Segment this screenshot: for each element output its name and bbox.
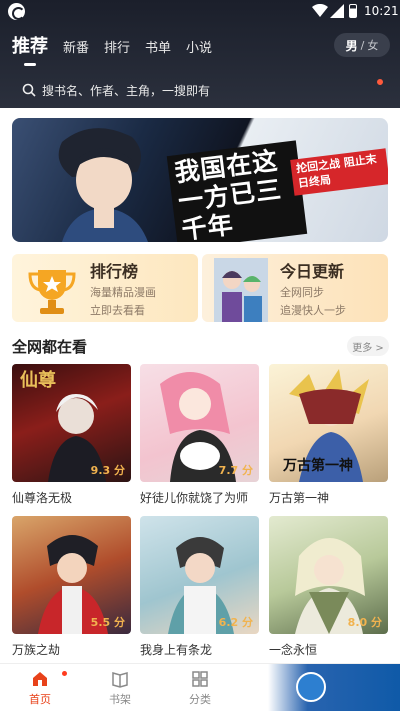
comic-title: 我身上有条龙 (140, 643, 213, 657)
comic-item[interactable]: 8.0 分 一念永恒 (269, 516, 388, 658)
battery-icon (349, 4, 357, 18)
comic-title: 万族之劫 (12, 643, 61, 657)
promo-banner[interactable]: 我国在这一方已三千年 抡回之战 阻止末日终局 (12, 118, 388, 242)
score-badge: 9.3 分 (90, 464, 125, 477)
today-update-line1: 全网同步 (280, 286, 324, 299)
home-icon (33, 672, 47, 686)
cover-art-image: 万古第一神 (282, 369, 369, 482)
nav-home-label: 首页 (29, 693, 51, 706)
ranking-card-line2: 立即去看看 (90, 304, 145, 317)
nav-home-dot (62, 671, 67, 676)
search-input[interactable]: 搜书名、作者、主角，一搜即有 (12, 77, 378, 103)
status-time: 10:21 (364, 4, 399, 18)
watermark-logo (268, 664, 400, 711)
notification-dot (377, 79, 383, 85)
search-placeholder: 搜书名、作者、主角，一搜即有 (42, 83, 211, 98)
tab-booklist[interactable]: 书单 (145, 37, 171, 60)
comic-cover: 5.5 分 (12, 516, 131, 634)
gender-female[interactable]: 女 (367, 37, 378, 53)
nav-bookshelf[interactable]: 书架 (90, 670, 150, 707)
banner-tag: 抡回之战 阻止末日终局 (290, 148, 388, 196)
tab-new[interactable]: 新番 (63, 37, 89, 60)
comic-item[interactable]: 仙尊 9.3 分 仙尊洛无极 (12, 364, 131, 506)
comic-cover: 6.2 分 (140, 516, 259, 634)
comic-item[interactable]: 5.5 分 万族之劫 (12, 516, 131, 658)
update-thumbnail-image (214, 258, 268, 322)
bookshelf-icon (112, 672, 128, 688)
ranking-card-title: 排行榜 (90, 262, 139, 281)
svg-text:万古第一神: 万古第一神 (282, 457, 353, 474)
feature-cards: 排行榜 海量精品漫画 立即去看看 今日更新 全网同步 追漫快人一步 (12, 254, 388, 322)
app-notification-icon (8, 3, 25, 20)
comic-item[interactable]: 万古第一神 万古第一神 (269, 364, 388, 506)
gender-male[interactable]: 男 (346, 37, 358, 54)
banner-character-image (58, 128, 148, 242)
comic-cover: 8.0 分 (269, 516, 388, 634)
search-icon (22, 83, 36, 97)
svg-text:仙尊: 仙尊 (20, 369, 56, 391)
nav-home[interactable]: 首页 (10, 670, 70, 707)
comic-title: 一念永恒 (269, 643, 318, 657)
category-icon (192, 671, 208, 687)
today-update-card[interactable]: 今日更新 全网同步 追漫快人一步 (202, 254, 388, 322)
watermark-icon (296, 672, 326, 702)
more-button[interactable]: 更多 > (347, 336, 389, 356)
comic-item[interactable]: 7.7 分 好徒儿你就饶了为师 (140, 364, 259, 506)
nav-category-label: 分类 (189, 693, 211, 706)
nav-bookshelf-label: 书架 (109, 693, 131, 706)
comic-title: 万古第一神 (269, 491, 330, 505)
section-title: 全网都在看 (12, 338, 88, 356)
top-tabs: 推荐 新番 排行 书单 小说 (12, 32, 227, 66)
comic-title: 好徒儿你就饶了为师 (140, 491, 249, 505)
status-bar: 10:21 (0, 0, 400, 24)
cellular-icon (330, 4, 344, 18)
comic-cover: 仙尊 9.3 分 (12, 364, 131, 482)
score-badge: 6.2 分 (218, 616, 253, 629)
today-update-title: 今日更新 (280, 262, 345, 281)
tab-ranking[interactable]: 排行 (104, 37, 130, 60)
trophy-icon (28, 270, 76, 314)
score-badge: 8.0 分 (347, 616, 382, 629)
comic-cover: 7.7 分 (140, 364, 259, 482)
comic-title: 仙尊洛无极 (12, 491, 73, 505)
ranking-card[interactable]: 排行榜 海量精品漫画 立即去看看 (12, 254, 198, 322)
wifi-icon (312, 4, 328, 17)
score-badge: 5.5 分 (90, 616, 125, 629)
nav-category[interactable]: 分类 (170, 670, 230, 707)
comic-item[interactable]: 6.2 分 我身上有条龙 (140, 516, 259, 658)
score-badge: 7.7 分 (218, 464, 253, 477)
tab-novel[interactable]: 小说 (186, 37, 212, 60)
tab-recommend[interactable]: 推荐 (12, 32, 48, 66)
today-update-line2: 追漫快人一步 (280, 304, 346, 317)
gender-separator: / (360, 38, 365, 52)
banner-headline: 我国在这一方已三千年 (166, 140, 308, 242)
gender-toggle[interactable]: 男 / 女 (334, 33, 390, 57)
comic-cover: 万古第一神 (269, 364, 388, 482)
ranking-card-line1: 海量精品漫画 (90, 286, 156, 299)
